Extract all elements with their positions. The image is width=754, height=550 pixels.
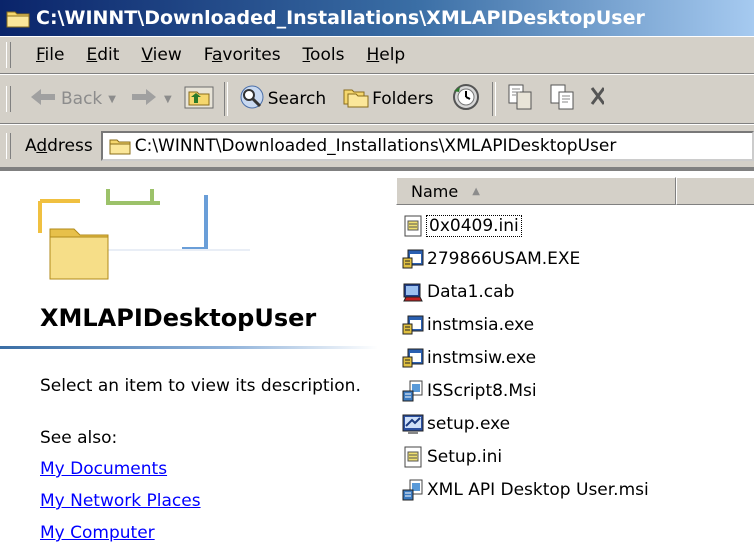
search-icon: [238, 84, 266, 115]
list-item[interactable]: instmsia.exe: [402, 310, 534, 340]
web-view-pane: XMLAPIDesktopUser Select an item to view…: [0, 171, 392, 550]
toolbar-separator: [223, 82, 228, 116]
delete-icon: [590, 84, 605, 115]
window-title: C:\WINNT\Downloaded_Installations\XMLAPI…: [36, 7, 645, 29]
history-icon: [450, 83, 482, 116]
forward-dropdown-icon[interactable]: ▼: [164, 94, 172, 105]
folder-icon: [109, 137, 131, 155]
back-label: Back: [61, 89, 103, 109]
exe-file-icon: [402, 248, 424, 270]
list-item[interactable]: setup.exe: [402, 409, 510, 439]
ini-file-icon: [402, 446, 424, 468]
list-item[interactable]: 0x0409.ini: [402, 211, 522, 241]
msi-file-icon: [402, 380, 424, 402]
column-header-blank[interactable]: [676, 177, 754, 205]
link-my-computer[interactable]: My Computer: [40, 523, 155, 543]
link-my-documents[interactable]: My Documents: [40, 459, 167, 479]
up-button[interactable]: [180, 80, 218, 118]
back-button[interactable]: Back ▼: [25, 80, 120, 118]
see-also-heading: See also:: [40, 428, 118, 448]
column-headers: Name ▲: [396, 177, 754, 205]
item-description: Select an item to view its description.: [40, 376, 361, 396]
sort-ascending-icon: ▲: [472, 185, 480, 197]
file-name: instmsiw.exe: [427, 348, 537, 368]
list-item[interactable]: XML API Desktop User.msi: [402, 475, 649, 505]
exe-file-icon: [402, 347, 424, 369]
menu-tools[interactable]: Tools: [292, 45, 356, 65]
exe-file-icon: [402, 314, 424, 336]
menu-file[interactable]: File: [25, 45, 75, 65]
copy-to-button[interactable]: [544, 80, 582, 118]
column-name-label: Name: [411, 181, 459, 201]
folder-icon: [6, 8, 30, 28]
file-name: instmsia.exe: [427, 315, 535, 335]
menu-view[interactable]: View: [130, 45, 192, 65]
menu-bar: File Edit View Favorites Tools Help: [0, 36, 754, 74]
standard-toolbar: Back ▼ ▼ Search Folders: [0, 74, 754, 124]
title-rule: [0, 346, 378, 349]
folders-label: Folders: [372, 89, 434, 109]
menu-favorites[interactable]: Favorites: [193, 45, 292, 65]
file-name: setup.exe: [427, 414, 511, 434]
file-name: Data1.cab: [427, 282, 515, 302]
address-label: Address: [25, 136, 93, 156]
back-arrow-icon: [29, 87, 57, 112]
link-my-network-places[interactable]: My Network Places: [40, 491, 201, 511]
cab-file-icon: [402, 281, 424, 303]
ini-file-icon: [402, 215, 424, 237]
folder-title: XMLAPIDesktopUser: [40, 304, 317, 332]
copy-to-icon: [548, 83, 578, 116]
menu-grip[interactable]: [6, 42, 11, 68]
address-grip[interactable]: [6, 133, 11, 159]
setup-exe-icon: [402, 413, 424, 435]
toolbar-grip[interactable]: [6, 86, 11, 112]
content-area: XMLAPIDesktopUser Select an item to view…: [0, 168, 754, 550]
file-name: 279866USAM.EXE: [427, 249, 581, 269]
title-bar[interactable]: C:\WINNT\Downloaded_Installations\XMLAPI…: [0, 0, 754, 36]
file-name: Setup.ini: [427, 447, 503, 467]
file-name: ISScript8.Msi: [427, 381, 537, 401]
list-item[interactable]: ISScript8.Msi: [402, 376, 537, 406]
menu-help[interactable]: Help: [355, 45, 416, 65]
search-label: Search: [267, 89, 327, 109]
address-input[interactable]: C:\WINNT\Downloaded_Installations\XMLAPI…: [100, 131, 754, 161]
list-item[interactable]: 279866USAM.EXE: [402, 244, 580, 274]
back-dropdown-icon[interactable]: ▼: [108, 94, 116, 105]
file-list-pane: Name ▲ 0x0409.ini 279866USAM.EXE Data1.c…: [392, 171, 754, 550]
address-bar: Address C:\WINNT\Downloaded_Installation…: [0, 124, 754, 168]
address-value: C:\WINNT\Downloaded_Installations\XMLAPI…: [134, 136, 617, 156]
up-folder-icon: [184, 84, 214, 115]
search-button[interactable]: Search: [234, 80, 330, 118]
file-name: 0x0409.ini: [426, 215, 522, 237]
move-to-icon: [506, 83, 536, 116]
delete-button[interactable]: [586, 80, 608, 118]
msi-file-icon: [402, 479, 424, 501]
folder-graphic: [0, 171, 392, 286]
folders-button[interactable]: Folders: [338, 80, 437, 118]
list-item[interactable]: instmsiw.exe: [402, 343, 536, 373]
column-header-name[interactable]: Name ▲: [396, 177, 676, 205]
file-name: XML API Desktop User.msi: [427, 480, 649, 500]
list-item[interactable]: Data1.cab: [402, 277, 514, 307]
folders-icon: [342, 85, 370, 114]
toolbar-separator: [491, 82, 496, 116]
history-button[interactable]: [446, 80, 486, 118]
forward-button[interactable]: ▼: [126, 80, 176, 118]
menu-edit[interactable]: Edit: [75, 45, 130, 65]
move-to-button[interactable]: [502, 80, 540, 118]
forward-arrow-icon: [130, 87, 158, 112]
list-item[interactable]: Setup.ini: [402, 442, 502, 472]
